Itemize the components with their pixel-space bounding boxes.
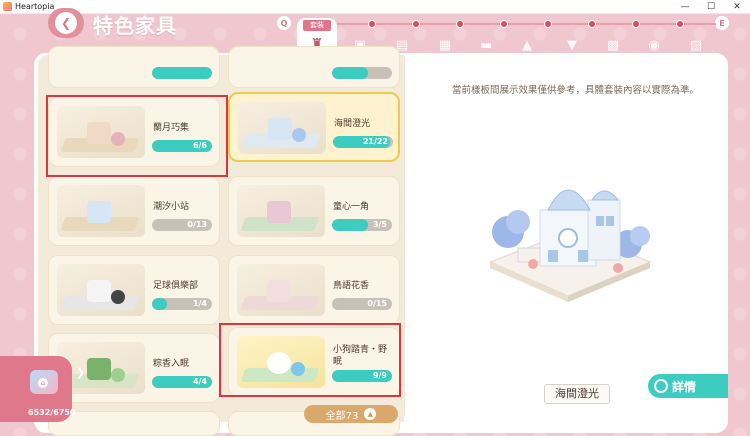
progress-fill [332,67,368,79]
list-item[interactable] [228,46,400,88]
q-key-hint[interactable]: Q [277,16,291,30]
set-thumbnail [57,264,145,316]
back-arrow-icon: ❮ [55,12,77,34]
tab-dot [368,20,376,28]
set-card-tongxin[interactable]: 童心一角 3/5 [228,176,400,246]
back-button[interactable]: ❮ [48,8,84,38]
progress-bar: 21/22 [333,136,393,148]
chevron-up-icon: ▲ [364,408,377,420]
set-card-football[interactable]: 足球俱樂部 1/4 [48,255,220,325]
set-name: 童心一角 [333,202,370,212]
preview-set-name: 海間澄光 [544,384,610,404]
progress-bar: 0/15 [332,298,392,310]
tab-dot [676,20,684,28]
set-name: 鳥語花香 [333,281,370,291]
progress-bar: 3/5 [332,219,392,231]
close-button[interactable]: ✕ [724,0,750,14]
set-thumbnail [57,185,145,237]
e-key-hint[interactable]: E [715,16,729,30]
details-label: 詳情 [672,379,697,394]
progress-bar: 4/4 [152,376,212,388]
set-name: 足球俱樂部 [153,281,199,291]
app-icon [3,2,12,11]
set-thumbnail [237,185,325,237]
set-thumbnail [238,102,326,154]
search-icon [654,379,668,393]
highlight-box [46,95,228,177]
progress-bar: 1/4 [152,298,212,310]
set-name: 潮汐小站 [153,202,190,212]
tab-dot [500,20,508,28]
set-card-chaoxi[interactable]: 潮汐小站 0/13 [48,176,220,246]
tab-dot [412,20,420,28]
set-preview-image [488,189,652,302]
progress-bar [332,67,392,79]
list-item[interactable] [48,46,220,88]
home-icon: ⌂ [38,378,48,388]
window-title: Heartopia [15,2,55,11]
wall-icon[interactable]: ▧ [685,38,707,54]
set-card-niaoyu[interactable]: 鳥語花香 0/15 [228,255,400,325]
set-card-zongxiang[interactable]: 粽香入眠 4/4 [48,333,220,403]
maximize-button[interactable]: ☐ [698,0,724,14]
progress-text: 1/4 [192,299,207,308]
tab-dot [456,20,464,28]
progress-fill [332,219,368,231]
highlight-box [219,323,401,397]
minimize-button[interactable]: — [672,0,698,14]
tab-dot [544,20,552,28]
set-name: 海間澄光 [334,119,371,129]
progress-text: 0/13 [187,220,207,229]
chevron-right-icon[interactable]: ❯ [76,366,85,379]
all-sets-button[interactable]: 全部73 ▲ [304,405,398,423]
currency-count: 6532/6750 [28,408,76,417]
progress-text: 4/4 [192,377,207,386]
plush-bear-icon[interactable]: ◉ [643,38,665,54]
tab-track [334,23,716,25]
progress-text: 3/5 [372,220,387,229]
stove-icon[interactable]: ▦ [434,38,456,54]
window-controls: — ☐ ✕ [672,0,750,14]
page-title: 特色家具 [93,14,177,38]
progress-bar [152,67,212,79]
cabinet-icon[interactable]: ▩ [602,38,624,54]
progress-text: 0/15 [367,299,387,308]
tab-sets-label: 套裝 [303,20,331,31]
panel-divider [404,56,405,416]
tab-dot [632,20,640,28]
preview-disclaimer: 當前樣板間展示效果僅供參考，具體套裝內容以實際為準。 [452,85,700,96]
progress-bar: 0/13 [152,219,212,231]
set-thumbnail [237,264,325,316]
bathtub-icon[interactable]: ▬ [475,38,497,54]
progress-text: 21/22 [362,137,388,146]
lamp-icon[interactable]: ▼ [561,38,583,54]
tab-dot [588,20,596,28]
progress-fill [152,67,212,79]
details-button[interactable]: 詳情 [648,374,728,398]
table-icon[interactable]: ▲ [516,38,538,54]
all-sets-label: 全部73 [325,410,359,422]
set-card-haijian[interactable]: 海間澄光 21/22 [228,92,400,162]
set-name: 粽香入眠 [153,359,190,369]
progress-fill [152,298,167,310]
